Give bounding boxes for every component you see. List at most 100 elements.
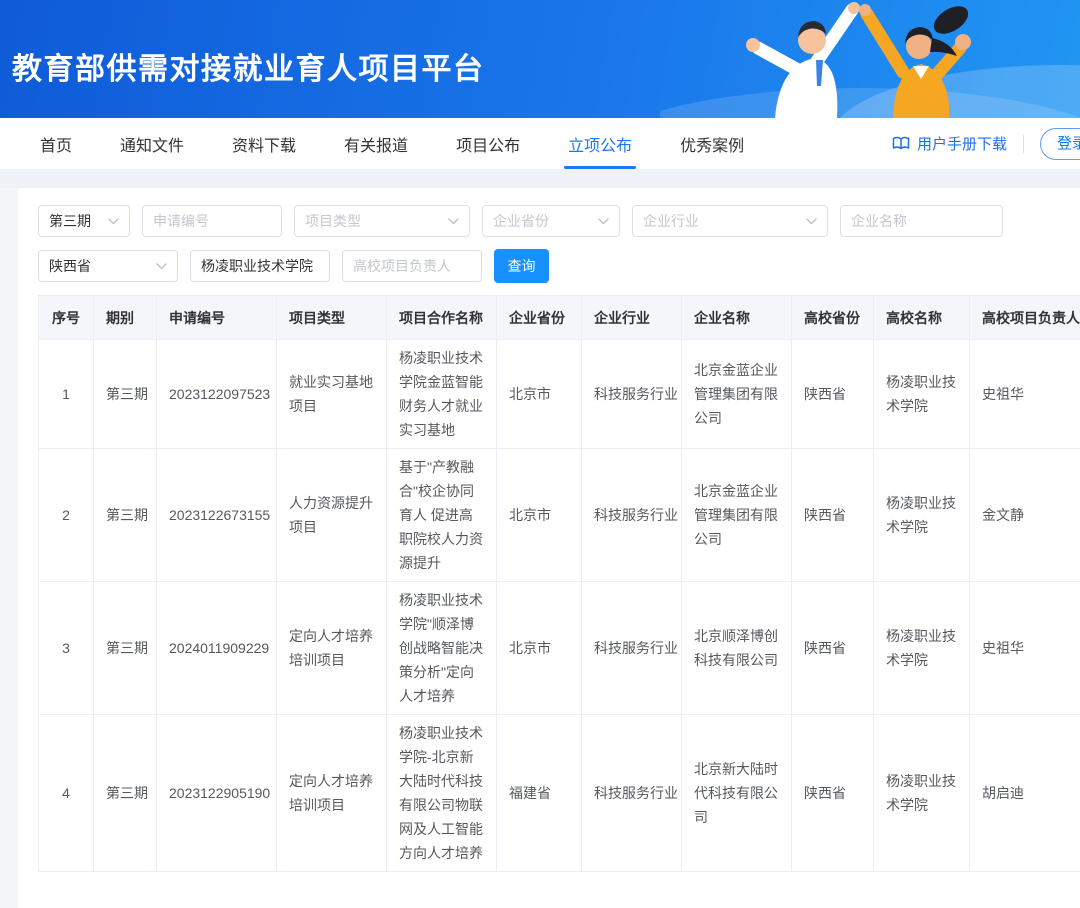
- nav-item-approvals[interactable]: 立项公布: [568, 118, 632, 169]
- table-cell: 科技服务行业: [582, 715, 682, 872]
- school-leader-input-value[interactable]: [353, 258, 471, 274]
- chevron-down-icon: [108, 218, 119, 225]
- table-cell: 杨凌职业技术学院: [874, 715, 970, 872]
- table-cell: 2024011909229: [157, 582, 277, 715]
- table-cell: 北京顺泽博创科技有限公司: [682, 582, 792, 715]
- table-cell: 人力资源提升项目: [277, 449, 387, 582]
- table-cell: 北京市: [497, 449, 582, 582]
- table-row: 2第三期2023122673155人力资源提升项目基于"产教融合"校企协同育人 …: [39, 449, 1080, 582]
- table-cell: 杨凌职业技术学院"顺泽博创战略智能决策分析"定向人才培养: [387, 582, 497, 715]
- table-cell: 北京金蓝企业管理集团有限公司: [682, 449, 792, 582]
- table-cell: 陕西省: [792, 449, 874, 582]
- table-cell: 杨凌职业技术学院-北京新大陆时代科技有限公司物联网及人工智能方向人才培养: [387, 715, 497, 872]
- table-cell: 福建省: [497, 715, 582, 872]
- table-cell: 陕西省: [792, 715, 874, 872]
- content-card: 查询 序号期别申请编号项目类型项目合作名称企业省份企业行业企业名称高校省份高校名…: [18, 188, 1080, 908]
- column-header: 项目合作名称: [387, 296, 497, 340]
- user-manual-label: 用户手册下载: [917, 133, 1007, 154]
- company-industry-select[interactable]: [632, 205, 828, 237]
- table-row: 3第三期2024011909229定向人才培养培训项目杨凌职业技术学院"顺泽博创…: [39, 582, 1080, 715]
- table-cell: 史祖华: [970, 582, 1080, 715]
- column-header: 高校项目负责人: [970, 296, 1080, 340]
- column-header: 企业名称: [682, 296, 792, 340]
- table-cell: 金文静: [970, 449, 1080, 582]
- results-table: 序号期别申请编号项目类型项目合作名称企业省份企业行业企业名称高校省份高校名称高校…: [38, 295, 1080, 872]
- period-select[interactable]: [38, 205, 130, 237]
- table-cell: 1: [39, 340, 94, 449]
- column-header: 项目类型: [277, 296, 387, 340]
- main-nav: 首页通知文件资料下载有关报道项目公布立项公布优秀案例 用户手册下载 登录: [0, 118, 1080, 170]
- table-cell: 胡启迪: [970, 715, 1080, 872]
- chevron-down-icon: [156, 263, 167, 270]
- table-cell: 北京市: [497, 582, 582, 715]
- site-header: 教育部供需对接就业育人项目平台: [0, 0, 1080, 118]
- table-cell: 第三期: [94, 340, 157, 449]
- table-cell: 3: [39, 582, 94, 715]
- background-band: [0, 170, 1080, 188]
- table-cell: 陕西省: [792, 340, 874, 449]
- table-cell: 基于"产教融合"校企协同育人 促进高职院校人力资源提升: [387, 449, 497, 582]
- table-row: 4第三期2023122905190定向人才培养培训项目杨凌职业技术学院-北京新大…: [39, 715, 1080, 872]
- school-province-select[interactable]: [38, 250, 178, 282]
- header-illustration: [660, 0, 1080, 118]
- table-row: 1第三期2023122097523就业实习基地项目杨凌职业技术学院金蓝智能财务人…: [39, 340, 1080, 449]
- table-cell: 杨凌职业技术学院: [874, 340, 970, 449]
- book-icon: [892, 136, 910, 151]
- table-cell: 北京金蓝企业管理集团有限公司: [682, 340, 792, 449]
- table-cell: 2023122673155: [157, 449, 277, 582]
- nav-item-downloads[interactable]: 资料下载: [232, 118, 296, 169]
- company-province-select[interactable]: [482, 205, 620, 237]
- table-cell: 2023122905190: [157, 715, 277, 872]
- site-title: 教育部供需对接就业育人项目平台: [12, 44, 485, 88]
- nav-item-home[interactable]: 首页: [40, 118, 72, 169]
- table-cell: 第三期: [94, 582, 157, 715]
- column-header: 高校名称: [874, 296, 970, 340]
- table-cell: 第三期: [94, 715, 157, 872]
- table-cell: 北京新大陆时代科技有限公司: [682, 715, 792, 872]
- login-button[interactable]: 登录: [1040, 128, 1080, 160]
- apply-number-input[interactable]: [142, 205, 282, 237]
- chevron-down-icon: [806, 218, 817, 225]
- school-name-input-value[interactable]: [201, 258, 319, 274]
- table-cell: 杨凌职业技术学院金蓝智能财务人才就业实习基地: [387, 340, 497, 449]
- table-cell: 2: [39, 449, 94, 582]
- school-name-input[interactable]: [190, 250, 330, 282]
- company-name-input-value[interactable]: [851, 213, 992, 229]
- column-header: 序号: [39, 296, 94, 340]
- school-province-select-value[interactable]: [49, 258, 150, 274]
- table-cell: 陕西省: [792, 582, 874, 715]
- nav-item-cases[interactable]: 优秀案例: [680, 118, 744, 169]
- chevron-down-icon: [448, 218, 459, 225]
- table-cell: 杨凌职业技术学院: [874, 449, 970, 582]
- period-select-value[interactable]: [49, 213, 102, 229]
- filter-row-1: [38, 205, 1080, 237]
- table-cell: 2023122097523: [157, 340, 277, 449]
- nav-divider: [1023, 135, 1024, 153]
- table-cell: 科技服务行业: [582, 582, 682, 715]
- nav-item-projects[interactable]: 项目公布: [456, 118, 520, 169]
- table-header-row: 序号期别申请编号项目类型项目合作名称企业省份企业行业企业名称高校省份高校名称高校…: [39, 296, 1080, 340]
- table-cell: 定向人才培养培训项目: [277, 582, 387, 715]
- column-header: 申请编号: [157, 296, 277, 340]
- nav-item-notices[interactable]: 通知文件: [120, 118, 184, 169]
- user-manual-link[interactable]: 用户手册下载: [892, 133, 1007, 154]
- column-header: 企业省份: [497, 296, 582, 340]
- nav-items: 首页通知文件资料下载有关报道项目公布立项公布优秀案例: [40, 118, 744, 169]
- table-cell: 北京市: [497, 340, 582, 449]
- table-cell: 就业实习基地项目: [277, 340, 387, 449]
- company-province-select-value[interactable]: [493, 213, 592, 229]
- company-name-input[interactable]: [840, 205, 1003, 237]
- nav-item-reports[interactable]: 有关报道: [344, 118, 408, 169]
- school-leader-input[interactable]: [342, 250, 482, 282]
- chevron-down-icon: [598, 218, 609, 225]
- table-cell: 4: [39, 715, 94, 872]
- project-type-select[interactable]: [294, 205, 470, 237]
- project-type-select-value[interactable]: [305, 213, 442, 229]
- apply-number-input-value[interactable]: [153, 213, 271, 229]
- table-cell: 科技服务行业: [582, 449, 682, 582]
- search-button[interactable]: 查询: [494, 249, 549, 283]
- company-industry-select-value[interactable]: [643, 213, 800, 229]
- column-header: 高校省份: [792, 296, 874, 340]
- table-cell: 科技服务行业: [582, 340, 682, 449]
- table-cell: 杨凌职业技术学院: [874, 582, 970, 715]
